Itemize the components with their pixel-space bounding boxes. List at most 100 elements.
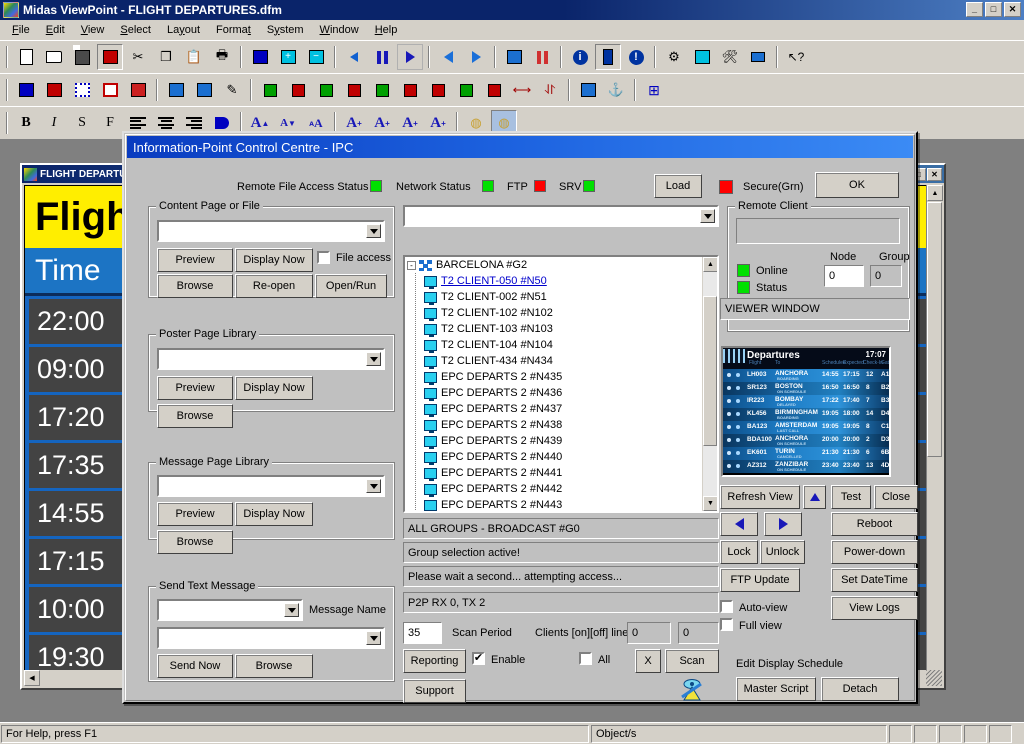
tree-client-node[interactable]: EPC DEPARTS 2 #N437 [405,401,702,417]
message-display-now-button[interactable]: Display Now [235,502,313,526]
support-button[interactable]: Support [403,679,466,703]
close-button[interactable]: Close [874,485,918,509]
pause-icon[interactable] [369,44,395,70]
menu-file[interactable]: File [4,22,38,38]
tree-vertical-scrollbar[interactable]: ▲ ▼ [702,257,717,511]
strikethrough-icon[interactable]: S [69,110,95,136]
mdi-resize-grip[interactable] [926,670,942,686]
content-browse-button[interactable]: Browse [157,274,233,298]
save-disk-icon[interactable] [69,44,95,70]
poster-preview-button[interactable]: Preview [157,376,233,400]
play-icon[interactable] [397,44,423,70]
tree-client-node[interactable]: T2 CLIENT-104 #N104 [405,337,702,353]
chevron-down-icon[interactable] [284,603,299,617]
tree-client-node[interactable]: EPC DEPARTS 2 #N438 [405,417,702,433]
fill-color-icon[interactable] [163,77,189,103]
content-display-now-button[interactable]: Display Now [235,248,313,272]
load-button[interactable]: Load [654,174,702,198]
select-all-icon[interactable] [69,77,95,103]
send-to-back-icon[interactable] [41,77,67,103]
group-selector-combo[interactable] [403,205,719,227]
menu-layout[interactable]: Layout [159,22,208,38]
send-now-button[interactable]: Send Now [157,654,233,678]
set-datetime-button[interactable]: Set DateTime [831,568,918,592]
menu-format[interactable]: Format [208,22,259,38]
close-button[interactable]: ✕ [1004,2,1021,17]
scan-period-input[interactable]: 35 [403,622,442,644]
content-reopen-button[interactable]: Re-open [235,274,313,298]
up-arrow-button[interactable] [803,485,826,509]
distribute-h-icon[interactable] [453,77,479,103]
master-script-button[interactable]: Master Script [736,677,816,701]
align-center-v-icon[interactable] [397,77,423,103]
chevron-down-icon[interactable] [366,224,381,238]
tree-client-node[interactable]: EPC DEPARTS 2 #N443 [405,497,702,511]
tree-client-node[interactable]: T2 CLIENT-434 #N434 [405,353,702,369]
maximize-button[interactable]: □ [985,2,1002,17]
tree-client-node[interactable]: T2 CLIENT-050 #N50 [405,273,702,289]
menu-edit[interactable]: Edit [38,22,73,38]
content-preview-button[interactable]: Preview [157,248,233,272]
stop-icon[interactable] [529,44,555,70]
settings-gear-icon[interactable]: ⚙ [661,44,687,70]
anchor-icon[interactable]: ⚓ [603,77,629,103]
distribute-v-icon[interactable] [481,77,507,103]
next-client-button[interactable] [764,512,802,536]
copy-icon[interactable]: ❐ [153,44,179,70]
bold-icon[interactable]: B [13,110,39,136]
cut-scissors-icon[interactable]: ✂ [125,44,151,70]
prev-page-icon[interactable] [435,44,461,70]
align-center-h-icon[interactable] [369,77,395,103]
scan-x-button[interactable]: X [635,649,661,673]
delete-page-icon[interactable] [97,44,123,70]
alert-icon[interactable]: ! [623,44,649,70]
mdi-vertical-scrollbar[interactable]: ▲ [926,185,943,670]
tree-expander[interactable]: - [407,260,416,270]
prev-client-button[interactable] [720,512,758,536]
auto-view-checkbox[interactable] [720,600,733,613]
align-right-icon[interactable] [313,77,339,103]
client-tree[interactable]: - BARCELONA #G2 T2 CLIENT-050 #N50 T2 CLI… [403,255,719,513]
reporting-button[interactable]: Reporting [403,649,466,673]
bring-to-front-icon[interactable] [13,77,39,103]
menu-select[interactable]: Select [112,22,159,38]
minimize-button[interactable]: _ [966,2,983,17]
mdi-close-button[interactable]: ✕ [927,167,942,181]
unlock-button[interactable]: Unlock [760,540,805,564]
align-top-icon[interactable] [285,77,311,103]
tree-client-node[interactable]: EPC DEPARTS 2 #N439 [405,433,702,449]
detach-button[interactable]: Detach [821,677,899,701]
help-pointer-icon[interactable]: ↖? [783,44,809,70]
chart-icon[interactable] [501,44,527,70]
tree-client-node[interactable]: EPC DEPARTS 2 #N440 [405,449,702,465]
chevron-down-icon[interactable] [700,209,715,223]
menu-view[interactable]: View [73,22,113,38]
menu-window[interactable]: Window [312,22,367,38]
ok-button[interactable]: OK [815,172,899,198]
eyedropper-icon[interactable]: ✎ [219,77,245,103]
tree-root-node[interactable]: - BARCELONA #G2 [405,257,702,273]
space-v-icon[interactable]: ⥯ [537,77,563,103]
chevron-down-icon[interactable] [366,479,381,493]
grid-icon[interactable]: ⊞ [641,77,667,103]
menu-system[interactable]: System [259,22,312,38]
tree-client-node[interactable]: EPC DEPARTS 2 #N436 [405,385,702,401]
paste-icon[interactable]: 📋 [181,44,207,70]
page-properties-icon[interactable] [247,44,273,70]
tree-scroll-thumb[interactable] [703,296,717,446]
object-info-icon[interactable] [595,44,621,70]
deselect-icon[interactable] [97,77,123,103]
scroll-up-button[interactable]: ▲ [927,185,943,201]
next-page-icon[interactable] [463,44,489,70]
send-text-browse-button[interactable]: Browse [235,654,313,678]
scroll-left-button[interactable]: ◀ [24,670,40,686]
reboot-button[interactable]: Reboot [831,512,918,536]
new-document-icon[interactable] [13,44,39,70]
tree-client-node[interactable]: T2 CLIENT-103 #N103 [405,321,702,337]
view-logs-button[interactable]: View Logs [831,596,918,620]
message-page-combo[interactable] [157,475,385,497]
mdi-vscroll-thumb[interactable] [927,202,942,457]
trumpet-icon[interactable] [745,44,771,70]
refresh-view-button[interactable]: Refresh View [720,485,800,509]
send-text-combo-2[interactable] [157,627,385,649]
